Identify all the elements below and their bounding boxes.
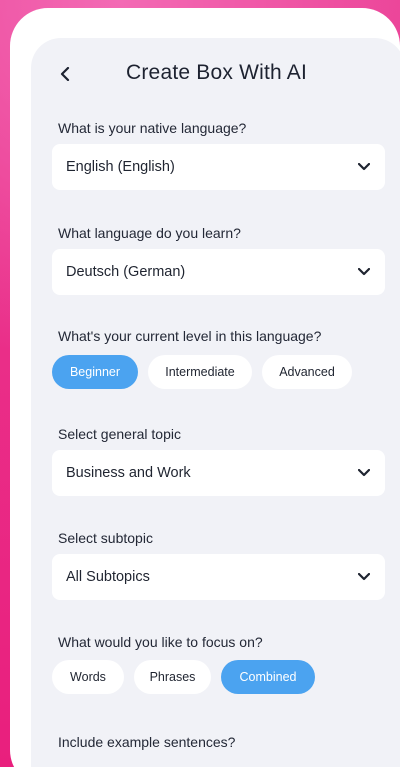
subtopic-value: All Subtopics bbox=[66, 569, 150, 585]
chevron-down-icon bbox=[357, 265, 371, 279]
level-options: Beginner Intermediate Advanced bbox=[52, 355, 352, 389]
learn-language-label: What language do you learn? bbox=[58, 225, 241, 241]
native-language-value: English (English) bbox=[66, 159, 175, 175]
level-label: What's your current level in this langua… bbox=[58, 328, 322, 344]
subtopic-label: Select subtopic bbox=[58, 530, 153, 546]
focus-option-words[interactable]: Words bbox=[52, 660, 124, 694]
app-screen: Create Box With AI What is your native l… bbox=[31, 38, 400, 767]
topic-label: Select general topic bbox=[58, 426, 181, 442]
chevron-down-icon bbox=[357, 466, 371, 480]
native-language-select[interactable]: English (English) bbox=[52, 144, 385, 190]
level-option-advanced[interactable]: Advanced bbox=[262, 355, 352, 389]
topic-value: Business and Work bbox=[66, 465, 191, 481]
learn-language-select[interactable]: Deutsch (German) bbox=[52, 249, 385, 295]
chevron-down-icon bbox=[357, 570, 371, 584]
page-title: Create Box With AI bbox=[126, 61, 308, 84]
header: Create Box With AI bbox=[31, 58, 391, 92]
subtopic-select[interactable]: All Subtopics bbox=[52, 554, 385, 600]
chevron-down-icon bbox=[357, 160, 371, 174]
learn-language-value: Deutsch (German) bbox=[66, 264, 186, 280]
level-option-beginner[interactable]: Beginner bbox=[52, 355, 138, 389]
focus-label: What would you like to focus on? bbox=[58, 634, 263, 650]
chevron-left-icon bbox=[60, 67, 70, 81]
level-option-intermediate[interactable]: Intermediate bbox=[148, 355, 252, 389]
focus-option-phrases[interactable]: Phrases bbox=[134, 660, 211, 694]
focus-option-combined[interactable]: Combined bbox=[221, 660, 315, 694]
native-language-label: What is your native language? bbox=[58, 120, 247, 136]
examples-label: Include example sentences? bbox=[58, 734, 236, 750]
back-button[interactable] bbox=[53, 62, 77, 86]
topic-select[interactable]: Business and Work bbox=[52, 450, 385, 496]
focus-options: Words Phrases Combined bbox=[52, 660, 315, 694]
phone-frame: Create Box With AI What is your native l… bbox=[10, 8, 400, 767]
